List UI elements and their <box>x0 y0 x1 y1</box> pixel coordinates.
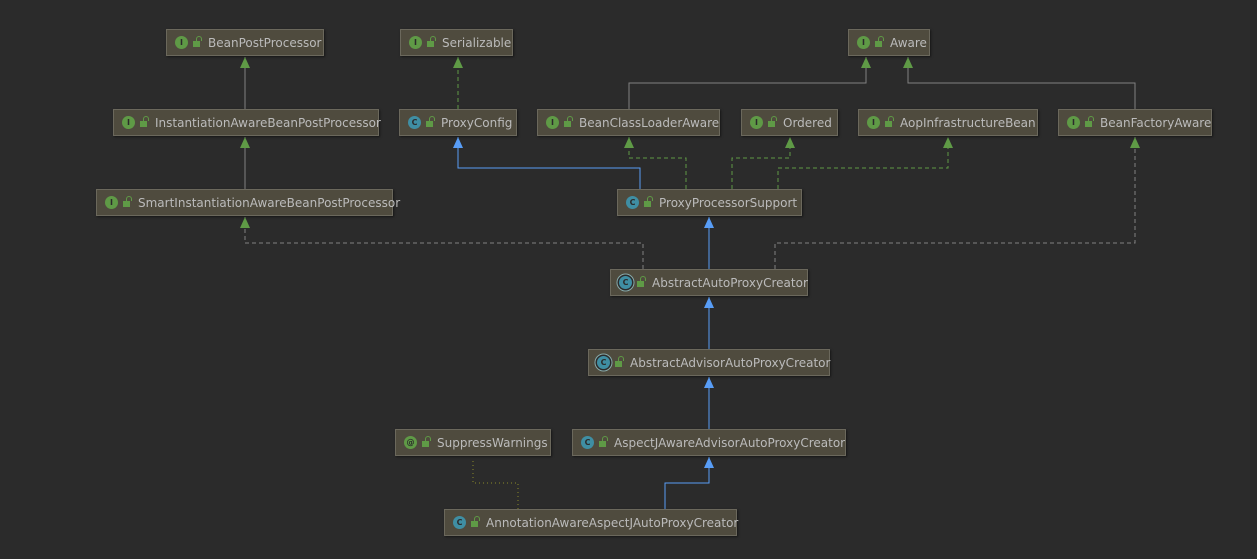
annotation-icon: @ <box>404 436 417 449</box>
edge-implements <box>731 137 791 189</box>
arrowhead <box>240 217 250 228</box>
class-node-aop-infrastructure-bean[interactable]: I AopInfrastructureBean <box>858 109 1038 136</box>
edge-interface-extends <box>628 57 867 109</box>
edge-interface-extends <box>907 57 1136 109</box>
class-node-smart-instantiation-aware-bean-post-processor[interactable]: I SmartInstantiationAwareBeanPostProcesso… <box>96 189 400 216</box>
class-icon: C <box>581 436 594 449</box>
arrowhead <box>903 57 913 68</box>
interface-icon: I <box>409 36 422 49</box>
uml-class-diagram: I BeanPostProcessor I Serializable I Aware I In… <box>0 0 1257 559</box>
class-icon: C <box>626 196 639 209</box>
public-lock-icon <box>875 36 884 47</box>
interface-icon: I <box>857 36 870 49</box>
arrowhead <box>453 57 463 68</box>
arrowhead <box>624 137 634 148</box>
public-lock-icon <box>193 36 202 47</box>
class-node-aspect-jaware-advisor-auto-proxy-creator[interactable]: C AspectJAwareAdvisorAutoProxyCreator <box>572 429 846 456</box>
public-lock-icon <box>140 116 149 127</box>
public-lock-icon <box>1085 116 1094 127</box>
interface-icon: I <box>1067 116 1080 129</box>
class-name: AopInfrastructureBean <box>900 115 1036 130</box>
class-name: BeanPostProcessor <box>208 35 322 50</box>
edge-implements-gray <box>774 137 1136 269</box>
abstract-icon: C <box>619 276 632 289</box>
public-lock-icon <box>123 196 132 207</box>
class-name: Aware <box>890 35 927 50</box>
interface-icon: I <box>750 116 763 129</box>
class-node-proxy-config[interactable]: C ProxyConfig <box>399 109 517 136</box>
public-lock-icon <box>768 116 777 127</box>
class-node-proxy-processor-support[interactable]: C ProxyProcessorSupport <box>617 189 802 216</box>
arrowhead <box>943 137 953 148</box>
class-node-suppress-warnings[interactable]: @ SuppressWarnings <box>395 429 551 456</box>
edge-annotated <box>472 461 519 509</box>
class-name: Serializable <box>442 35 512 50</box>
public-lock-icon <box>564 116 573 127</box>
class-node-ordered[interactable]: I Ordered <box>741 109 838 136</box>
arrowhead <box>704 297 714 308</box>
public-lock-icon <box>426 116 435 127</box>
class-node-bean-class-loader-aware[interactable]: I BeanClassLoaderAware <box>537 109 720 136</box>
interface-icon: I <box>105 196 118 209</box>
class-node-bean-factory-aware[interactable]: I BeanFactoryAware <box>1058 109 1212 136</box>
class-name: AnnotationAwareAspectJAutoProxyCreator <box>486 515 739 530</box>
class-name: SuppressWarnings <box>437 435 548 450</box>
class-name: BeanClassLoaderAware <box>579 115 720 130</box>
class-name: BeanFactoryAware <box>1100 115 1212 130</box>
interface-icon: I <box>122 116 135 129</box>
class-node-annotation-aware-aspect-jauto-proxy-creator[interactable]: C AnnotationAwareAspectJAutoProxyCreator <box>444 509 739 536</box>
public-lock-icon <box>637 276 646 287</box>
arrowhead <box>704 377 714 388</box>
public-lock-icon <box>615 356 624 367</box>
arrowhead <box>240 57 250 68</box>
class-name: Ordered <box>783 115 832 130</box>
arrowhead <box>704 217 714 228</box>
class-node-bean-post-processor[interactable]: I BeanPostProcessor <box>166 29 324 56</box>
arrowhead <box>453 137 463 148</box>
class-icon: C <box>453 516 466 529</box>
class-icon: C <box>408 116 421 129</box>
edge-implements-gray <box>244 217 644 269</box>
class-node-aware[interactable]: I Aware <box>848 29 930 56</box>
public-lock-icon <box>471 516 480 527</box>
public-lock-icon <box>599 436 608 447</box>
edge-implements <box>628 137 687 189</box>
public-lock-icon <box>427 36 436 47</box>
public-lock-icon <box>885 116 894 127</box>
interface-icon: I <box>546 116 559 129</box>
class-node-serializable[interactable]: I Serializable <box>400 29 513 56</box>
edge-extends <box>664 457 710 509</box>
class-node-instantiation-aware-bean-post-processor[interactable]: I InstantiationAwareBeanPostProcessor <box>113 109 381 136</box>
class-name: ProxyConfig <box>441 115 513 130</box>
arrowhead <box>1130 137 1140 148</box>
class-name: AbstractAutoProxyCreator <box>652 275 808 290</box>
class-name: AspectJAwareAdvisorAutoProxyCreator <box>614 435 846 450</box>
interface-icon: I <box>175 36 188 49</box>
class-name: ProxyProcessorSupport <box>659 195 798 210</box>
class-node-abstract-advisor-auto-proxy-creator[interactable]: C AbstractAdvisorAutoProxyCreator <box>588 349 830 376</box>
edge-extends <box>457 137 641 189</box>
public-lock-icon <box>644 196 653 207</box>
arrowhead <box>240 137 250 148</box>
arrowhead <box>861 57 871 68</box>
class-name: SmartInstantiationAwareBeanPostProcessor <box>138 195 401 210</box>
public-lock-icon <box>422 436 431 447</box>
edge-implements <box>777 137 949 189</box>
abstract-icon: C <box>597 356 610 369</box>
class-name: AbstractAdvisorAutoProxyCreator <box>630 355 831 370</box>
arrowhead <box>785 137 795 148</box>
class-node-abstract-auto-proxy-creator[interactable]: C AbstractAutoProxyCreator <box>610 269 808 296</box>
arrowhead <box>704 457 714 468</box>
interface-icon: I <box>867 116 880 129</box>
class-name: InstantiationAwareBeanPostProcessor <box>155 115 381 130</box>
